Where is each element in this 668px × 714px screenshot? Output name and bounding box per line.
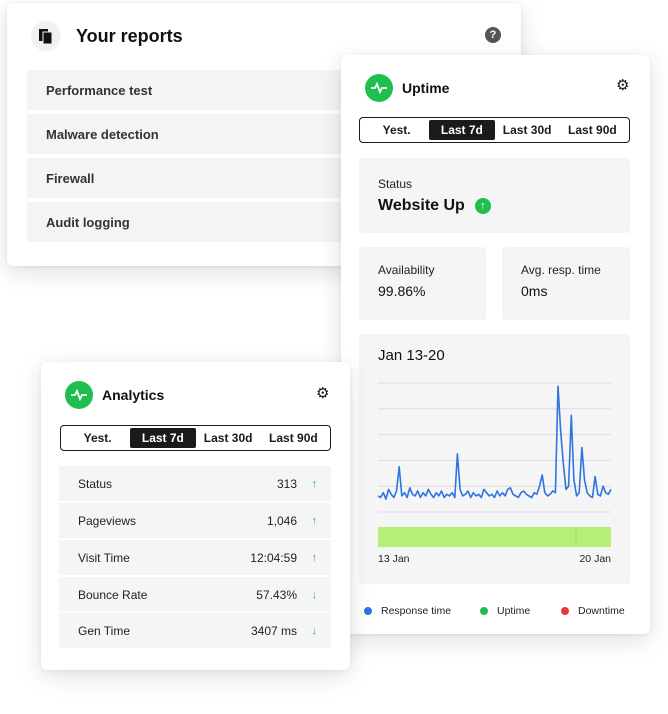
legend-label: Downtime — [578, 605, 625, 617]
metric-name: Status — [78, 476, 113, 491]
help-icon[interactable]: ? — [485, 27, 501, 43]
arrow-up-icon: ↑ — [311, 514, 318, 527]
metric-row-visit-time: Visit Time 12:04:59 ↑ — [59, 540, 331, 575]
arrow-down-icon: ↓ — [311, 588, 318, 601]
metric-name: Bounce Rate — [78, 587, 148, 602]
uptime-title: Uptime — [402, 80, 450, 96]
response-time-chart — [377, 382, 612, 547]
reports-header: Your reports — [31, 21, 183, 51]
tab-last-7d[interactable]: Last 7d — [130, 428, 196, 448]
uptime-range-tabs: Yest. Last 7d Last 30d Last 90d — [359, 117, 630, 143]
gear-icon[interactable]: ⚙ — [616, 78, 629, 93]
x-axis-end: 20 Jan — [579, 553, 611, 565]
metric-name: Gen Time — [78, 623, 131, 638]
arrow-up-icon: ↑ — [311, 477, 318, 490]
legend-response-time: Response time — [364, 605, 451, 617]
metric-name: Visit Time — [78, 550, 130, 565]
metric-value: 3407 ms — [250, 623, 297, 638]
metric-value: 57.43% — [256, 587, 297, 602]
metric-row-pageviews: Pageviews 1,046 ↑ — [59, 503, 331, 538]
uptime-card: Uptime ⚙ Yest. Last 7d Last 30d Last 90d… — [341, 55, 650, 634]
analytics-card: Analytics ⚙ Yest. Last 7d Last 30d Last … — [41, 362, 350, 670]
red-dot-icon — [561, 607, 569, 615]
metric-value: 1,046 — [266, 513, 297, 528]
response-time-value: 0ms — [521, 283, 548, 299]
metric-value: 12:04:59 — [250, 550, 297, 565]
status-value: Website Up — [378, 197, 465, 214]
status-label: Status — [378, 177, 413, 191]
response-time-line — [377, 385, 612, 500]
tab-yesterday[interactable]: Yest. — [65, 428, 130, 448]
tab-yesterday[interactable]: Yest. — [364, 120, 429, 140]
blue-dot-icon — [364, 607, 372, 615]
uptime-header: Uptime — [365, 74, 449, 102]
arrow-down-icon: ↓ — [311, 624, 318, 637]
report-item-firewall[interactable]: Firewall — [27, 158, 367, 198]
reports-title: Your reports — [76, 25, 183, 46]
status-box: Status Website Up ↑ — [359, 158, 630, 233]
x-axis-start: 13 Jan — [378, 553, 410, 565]
tab-last-90d[interactable]: Last 90d — [261, 428, 326, 448]
metric-name: Pageviews — [78, 513, 137, 528]
legend-uptime: Uptime — [480, 605, 530, 617]
report-item-performance-test[interactable]: Performance test — [27, 70, 367, 110]
analytics-title: Analytics — [102, 387, 165, 403]
tab-last-30d[interactable]: Last 30d — [495, 120, 560, 140]
legend-label: Uptime — [497, 605, 531, 617]
metric-row-gen-time: Gen Time 3407 ms ↓ — [59, 613, 331, 648]
reports-icon — [31, 21, 61, 51]
tab-last-30d[interactable]: Last 30d — [196, 428, 261, 448]
gear-icon[interactable]: ⚙ — [316, 386, 329, 401]
availability-value: 99.86% — [378, 283, 426, 299]
response-time-label: Avg. resp. time — [521, 263, 601, 277]
metric-value: 313 — [276, 476, 297, 491]
response-chart-box: Jan 13-20 13 Jan 20 Jan — [359, 334, 630, 584]
reports-list: Performance test Malware detection Firew… — [27, 70, 367, 246]
analytics-range-tabs: Yest. Last 7d Last 30d Last 90d — [60, 425, 331, 451]
report-item-malware-detection[interactable]: Malware detection — [27, 114, 367, 154]
metric-row-bounce-rate: Bounce Rate 57.43% ↓ — [59, 577, 331, 612]
tab-last-90d[interactable]: Last 90d — [560, 120, 625, 140]
tab-last-7d[interactable]: Last 7d — [429, 120, 495, 140]
availability-label: Availability — [378, 263, 435, 277]
analytics-header: Analytics — [65, 381, 164, 409]
availability-box: Availability 99.86% — [359, 247, 486, 320]
green-dot-icon — [480, 607, 488, 615]
metric-row-status: Status 313 ↑ — [59, 466, 331, 501]
arrow-up-icon: ↑ — [311, 551, 318, 564]
pulse-icon — [65, 381, 93, 409]
report-item-audit-logging[interactable]: Audit logging — [27, 202, 367, 242]
pulse-icon — [365, 74, 393, 102]
response-time-box: Avg. resp. time 0ms — [502, 247, 630, 320]
legend-downtime: Downtime — [561, 605, 625, 617]
legend-label: Response time — [381, 605, 452, 617]
arrow-up-icon: ↑ — [474, 198, 491, 214]
